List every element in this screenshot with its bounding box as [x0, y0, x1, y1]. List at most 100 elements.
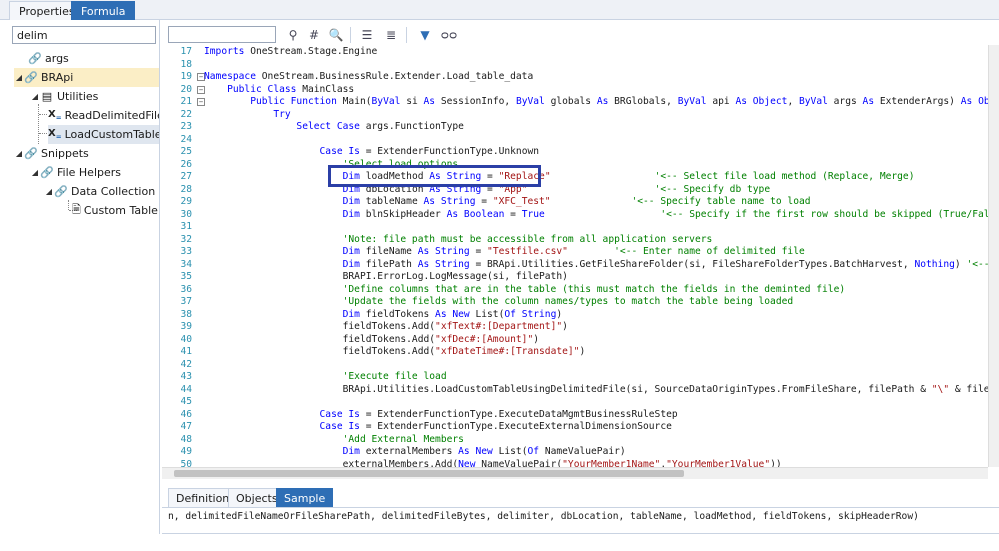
scrollbar-thumb[interactable]	[174, 470, 684, 477]
filter-icon[interactable]: ▼	[416, 26, 434, 44]
find-replace-icon[interactable]: 🔍	[327, 26, 345, 44]
search-input[interactable]	[12, 26, 156, 44]
tree-item-utilities[interactable]: ◢ ▤ Utilities	[30, 87, 159, 106]
expand-arrow-icon[interactable]: ◢	[44, 187, 54, 196]
code-line: 46 Case Is = ExtenderFunctionType.Execut…	[162, 409, 988, 422]
code-token: Select Case	[296, 121, 366, 132]
code-line: 44 BRApi.Utilities.LoadCustomTableUsingD…	[162, 384, 988, 397]
tree-item-args[interactable]: 🔗 args	[18, 49, 159, 68]
line-number: 27	[180, 171, 192, 182]
code-token: Public Function	[250, 96, 343, 107]
tree-item-load-custom-table[interactable]: X= LoadCustomTableU	[48, 125, 160, 144]
toolbar-separator	[406, 27, 407, 43]
comment-icon[interactable]: ☰	[358, 26, 376, 44]
code-token: ByVal	[371, 96, 407, 107]
code-token: "Testfile.csv"	[487, 246, 568, 257]
code-token: args	[833, 96, 863, 107]
code-token: =	[487, 183, 499, 195]
code-token: Nothing	[914, 258, 955, 270]
code-token: =	[475, 246, 488, 257]
tree-item-read-delimited-file[interactable]: X= ReadDelimitedFileTa	[48, 106, 159, 125]
tree-item-file-helpers[interactable]: ◢ 🔗 File Helpers	[30, 163, 159, 182]
code-token: As	[862, 96, 880, 107]
code-token: '<-- Enter name of delimited file	[614, 246, 805, 257]
tab-sample[interactable]: Sample	[276, 488, 334, 507]
code-line: 17 Imports OneStream.Stage.Engine	[162, 46, 988, 59]
code-editor[interactable]: 17 Imports OneStream.Stage.Engine 18 19− Nam…	[162, 45, 988, 467]
code-token: )	[533, 333, 540, 345]
code-token: 'Update the fields with the column names…	[342, 296, 794, 307]
expand-arrow-icon[interactable]: ◢	[14, 73, 24, 82]
code-line: 43 'Execute file load	[162, 371, 988, 384]
assembly-icon: 🔗	[40, 166, 54, 179]
line-number: 35	[180, 271, 192, 282]
code-line: 37 'Update the fields with the column na…	[162, 296, 988, 309]
code-text: 'Add External Members	[204, 434, 464, 447]
code-text: Case Is = ExtenderFunctionType.ExecuteEx…	[204, 421, 672, 434]
tree-item-snippets[interactable]: ◢ 🔗 Snippets	[14, 144, 159, 163]
code-token: blnSkipHeader	[365, 208, 447, 220]
code-token: = ExtenderFunctionType.Unknown	[365, 146, 540, 157]
tree-item-data-collection[interactable]: ◢ 🔗 Data Collection	[44, 182, 159, 201]
toolbar-search-input[interactable]	[168, 26, 276, 43]
hash-icon[interactable]: #	[305, 26, 323, 44]
tree-item-label: LoadCustomTableU	[64, 128, 160, 141]
code-token: fieldTokens.Add(	[342, 333, 436, 345]
document-icon: 🗎	[72, 203, 81, 216]
code-line: 50 externalMembers.Add(New NameValuePair…	[162, 459, 988, 468]
tree-item-custom-table-load[interactable]: 🗎 Custom Table Lo	[72, 201, 159, 220]
glasses-icon[interactable]: ᴑᴑ	[440, 26, 458, 44]
tab-definition[interactable]: Definition	[168, 488, 238, 507]
code-text: 'Note: file path must be accessible from…	[204, 234, 713, 247]
code-line: 47 Case Is = ExtenderFunctionType.Execut…	[162, 421, 988, 434]
code-line: 42	[162, 359, 988, 372]
code-token: Of String	[504, 308, 557, 320]
code-line: 28 Dim dbLocation As String = "App" '<--…	[162, 184, 988, 197]
tree-item-brapi[interactable]: ◢ 🔗 BRApi	[14, 68, 159, 87]
line-number: 48	[180, 433, 192, 445]
line-number: 33	[180, 246, 192, 257]
code-token: As String	[429, 171, 488, 182]
bottom-tab-bar: Definition Objects Sample	[162, 486, 999, 508]
binoculars-icon[interactable]: ⚲	[284, 26, 302, 44]
code-line: 18	[162, 59, 988, 72]
code-text: Dim fileName As String = "Testfile.csv" …	[204, 246, 805, 259]
code-token: externalMembers.Add(	[342, 458, 459, 468]
code-token: "\"	[931, 383, 950, 395]
uncomment-icon[interactable]: ≣	[382, 26, 400, 44]
code-token: Namespace	[204, 71, 262, 82]
code-line: 34 Dim filePath As String = BRApi.Utilit…	[162, 259, 988, 272]
tab-formula[interactable]: Formula	[71, 1, 136, 20]
code-token: ))	[770, 458, 782, 468]
code-token: "App"	[498, 183, 528, 195]
code-token: = BRApi.Utilities.GetFileShareFolder(si,…	[475, 258, 915, 270]
assembly-icon: 🔗	[24, 71, 38, 84]
code-token: ExtenderArgs)	[879, 96, 961, 107]
code-token: As String	[423, 196, 482, 207]
code-token: BRAPI.ErrorLog.LogMessage(si, filePath)	[342, 271, 568, 282]
expand-arrow-icon[interactable]: ◢	[14, 149, 24, 158]
code-token: Case Is	[319, 421, 366, 432]
code-line: 31	[162, 221, 988, 234]
code-line: 40 fieldTokens.Add("xfDec#:[Amount]")	[162, 334, 988, 347]
code-token: As	[423, 96, 441, 107]
code-text: BRApi.Utilities.LoadCustomTableUsingDeli…	[204, 384, 988, 397]
horizontal-scrollbar[interactable]	[162, 467, 988, 479]
expand-arrow-icon[interactable]: ◢	[30, 92, 40, 101]
expand-arrow-icon[interactable]: ◢	[30, 168, 40, 177]
code-text: 'Update the fields with the column names…	[204, 296, 794, 309]
vertical-scrollbar[interactable]	[988, 45, 999, 467]
code-token: List(	[498, 446, 528, 457]
line-number: 20	[180, 83, 192, 95]
tree-item-label: Utilities	[57, 90, 99, 103]
